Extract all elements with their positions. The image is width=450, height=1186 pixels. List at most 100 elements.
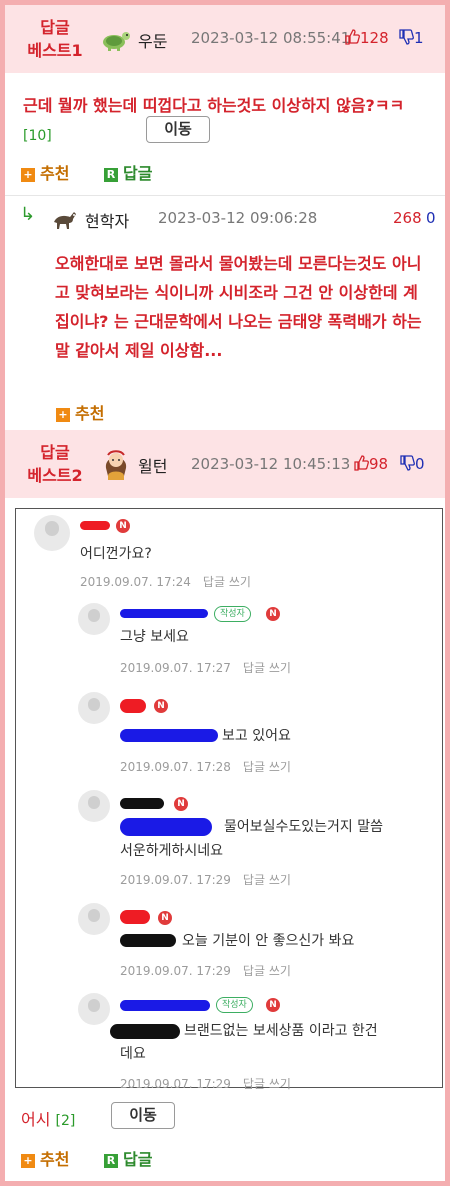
reply-count: [10] xyxy=(23,128,52,144)
divider xyxy=(5,195,445,196)
new-badge: N xyxy=(154,699,168,713)
redacted-mention xyxy=(120,729,218,742)
best-label: 답글 베스트1 xyxy=(19,16,91,62)
recommend-label: 추천 xyxy=(40,1150,70,1169)
plus-icon: + xyxy=(21,1154,35,1168)
downvote-count: 1 xyxy=(414,29,424,47)
reply-r-icon: R xyxy=(104,1154,118,1168)
comment-text: 그냥 보세요 xyxy=(120,629,189,645)
comment-meta: 2019.09.07. 17:24 답글 쓰기 xyxy=(80,573,251,590)
best-label-line2: 베스트2 xyxy=(27,466,83,485)
new-badge: N xyxy=(174,797,188,811)
commenter-avatar xyxy=(78,603,110,635)
comment-date: 2019.09.07. 17:29 xyxy=(120,1077,231,1091)
thumbs-up-icon xyxy=(345,29,360,45)
upvote-count[interactable]: 268 xyxy=(393,209,422,227)
comment-meta: 2019.09.07. 17:28 답글 쓰기 xyxy=(120,758,291,775)
reply-r-icon: R xyxy=(104,168,118,182)
comment-date: 2019.09.07. 17:29 xyxy=(120,873,231,887)
comment-meta: 2019.09.07. 17:29 답글 쓰기 xyxy=(120,962,291,979)
reply-write-link: 답글 쓰기 xyxy=(242,964,291,978)
best-label-line2: 베스트1 xyxy=(27,41,83,60)
comment-text: 보고 있어요 xyxy=(222,728,291,744)
comment-date: 2019.09.07. 17:28 xyxy=(120,760,231,774)
comment-meta: 2019.09.07. 17:29 답글 쓰기 xyxy=(120,1075,291,1092)
attached-screenshot-image[interactable]: N 어디껀가요? 2019.09.07. 17:24 답글 쓰기 작성자 N 그냥… xyxy=(15,508,443,1091)
recommend-button[interactable]: + 추천 xyxy=(56,400,104,424)
plus-icon: + xyxy=(21,168,35,182)
upvote-button[interactable]: 128 xyxy=(344,29,389,47)
plus-icon: + xyxy=(56,408,70,422)
thumbs-down-icon xyxy=(400,455,415,471)
reply-write-link: 답글 쓰기 xyxy=(202,575,251,589)
downvote-count[interactable]: 0 xyxy=(426,209,436,227)
comment-text: 물어보실수도있는거지 말씀 xyxy=(224,819,384,835)
redacted-mention xyxy=(120,818,212,836)
post-date: 2023-03-12 10:45:13 xyxy=(191,455,351,473)
reply-button[interactable]: R 답글 xyxy=(104,160,152,184)
move-button[interactable]: 이동 xyxy=(146,116,210,143)
turtle-avatar-icon[interactable] xyxy=(101,24,131,54)
comment-date: 2019.09.07. 17:24 xyxy=(80,575,191,589)
new-badge: N xyxy=(266,607,280,621)
best-label-line1: 답글 xyxy=(40,18,70,37)
reply-body: 오해한대로 보면 몰라서 물어봤는데 모른다는것도 아니고 맞혀보라는 식이니까… xyxy=(55,254,422,360)
reply-write-link: 답글 쓰기 xyxy=(242,760,291,774)
new-badge: N xyxy=(266,998,280,1012)
redacted-name xyxy=(120,910,150,924)
upvote-button[interactable]: 98 xyxy=(353,455,388,473)
recommend-button[interactable]: + 추천 xyxy=(21,160,69,184)
upvote-count: 128 xyxy=(360,29,389,47)
reply-arrow-icon: ↳ xyxy=(20,204,36,225)
goat-avatar-icon[interactable] xyxy=(51,206,79,232)
redacted-name xyxy=(120,1000,210,1011)
new-badge: N xyxy=(158,911,172,925)
reply-label: 답글 xyxy=(123,164,153,183)
redacted-name xyxy=(120,609,208,618)
downvote-button[interactable]: 0 xyxy=(399,455,425,473)
comment-text-line2: 서운하게하시네요 xyxy=(120,843,224,859)
post-date: 2023-03-12 09:06:28 xyxy=(158,209,318,227)
redacted-mention xyxy=(110,1024,180,1039)
girl-avatar-icon[interactable] xyxy=(102,446,130,480)
best-label: 답글 베스트2 xyxy=(19,441,91,487)
recommend-label: 추천 xyxy=(40,164,70,183)
redacted-name xyxy=(120,798,164,809)
comment-meta: 2019.09.07. 17:27 답글 쓰기 xyxy=(120,659,291,676)
redacted-name xyxy=(80,521,110,530)
commenter-avatar xyxy=(34,515,70,551)
comment-date: 2019.09.07. 17:27 xyxy=(120,661,231,675)
reply-count: [2] xyxy=(55,1113,76,1129)
thumbs-up-icon xyxy=(354,455,369,471)
new-badge: N xyxy=(116,519,130,533)
commenter-avatar xyxy=(78,692,110,724)
author-nickname[interactable]: 현학자 xyxy=(85,208,129,232)
reply-write-link: 답글 쓰기 xyxy=(242,1077,291,1091)
comment-text-line2: 데요 xyxy=(120,1046,146,1062)
reply-text: 어시 [2] xyxy=(21,1106,75,1130)
author-nickname[interactable]: 우둔 xyxy=(138,28,167,52)
reply-body: 근데 뭘까 했는데 띠껍다고 하는것도 이상하지 않음?ㅋㅋ xyxy=(23,96,405,115)
post-date: 2023-03-12 08:55:41 xyxy=(191,29,351,47)
reply-body: 어시 xyxy=(21,1110,51,1129)
reply-write-link: 답글 쓰기 xyxy=(242,661,291,675)
best-reply-2-header: 답글 베스트2 윌턴 2023-03-12 10:45:13 98 0 xyxy=(5,430,445,498)
redacted-mention xyxy=(120,934,176,947)
downvote-button[interactable]: 1 xyxy=(398,29,424,47)
move-button[interactable]: 이동 xyxy=(111,1102,175,1129)
reply-text: 근데 뭘까 했는데 띠껍다고 하는것도 이상하지 않음?ㅋㅋ [10] xyxy=(23,91,433,151)
reply-label: 답글 xyxy=(123,1150,153,1169)
comment-text: 오늘 기분이 안 좋으신가 봐요 xyxy=(182,933,355,949)
recommend-button[interactable]: + 추천 xyxy=(21,1146,69,1170)
commenter-avatar xyxy=(78,903,110,935)
reply-button[interactable]: R 답글 xyxy=(104,1146,152,1170)
comment-date: 2019.09.07. 17:29 xyxy=(120,964,231,978)
best-reply-1-header: 답글 베스트1 우둔 2023-03-12 08:55:41 128 1 xyxy=(5,5,445,73)
upvote-count: 98 xyxy=(369,455,389,473)
comment-text: 어디껀가요? xyxy=(80,546,152,562)
comment-meta: 2019.09.07. 17:29 답글 쓰기 xyxy=(120,871,291,888)
author-badge: 작성자 xyxy=(214,606,251,622)
thumbs-down-icon xyxy=(399,29,414,45)
author-nickname[interactable]: 윌턴 xyxy=(138,453,167,477)
recommend-label: 추천 xyxy=(75,404,105,423)
